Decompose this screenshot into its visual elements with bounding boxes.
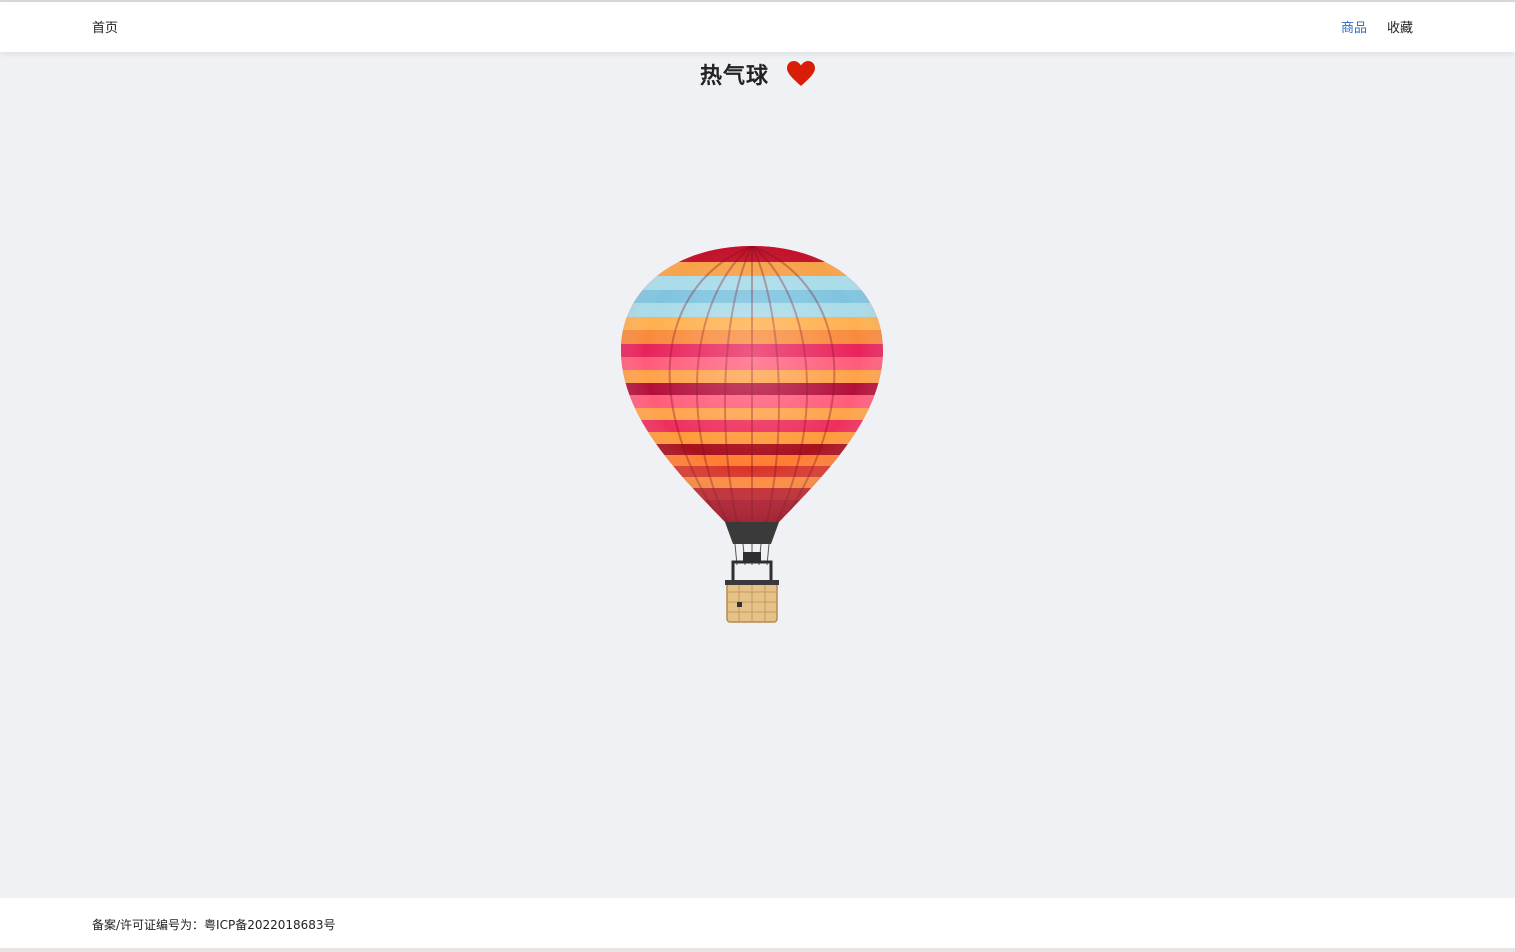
product-title: 热气球 [699, 64, 769, 89]
product-title-row: 热气球 [0, 58, 1515, 90]
bottom-strip [0, 948, 1515, 952]
heart-icon[interactable] [787, 61, 815, 87]
footer: 备案/许可证编号为：粤ICP备2022018683号 [0, 898, 1515, 948]
nav-home-link[interactable]: 首页 [92, 17, 118, 36]
top-navbar: 首页 商品 收藏 [0, 2, 1515, 52]
icp-license-text: 备案/许可证编号为：粤ICP备2022018683号 [92, 918, 336, 932]
nav-link-favorites[interactable]: 收藏 [1387, 17, 1413, 36]
nav-link-products[interactable]: 商品 [1341, 17, 1367, 36]
nav-right-links: 商品 收藏 [1341, 17, 1413, 36]
hot-air-balloon-image [621, 246, 883, 623]
product-image [615, 240, 890, 630]
